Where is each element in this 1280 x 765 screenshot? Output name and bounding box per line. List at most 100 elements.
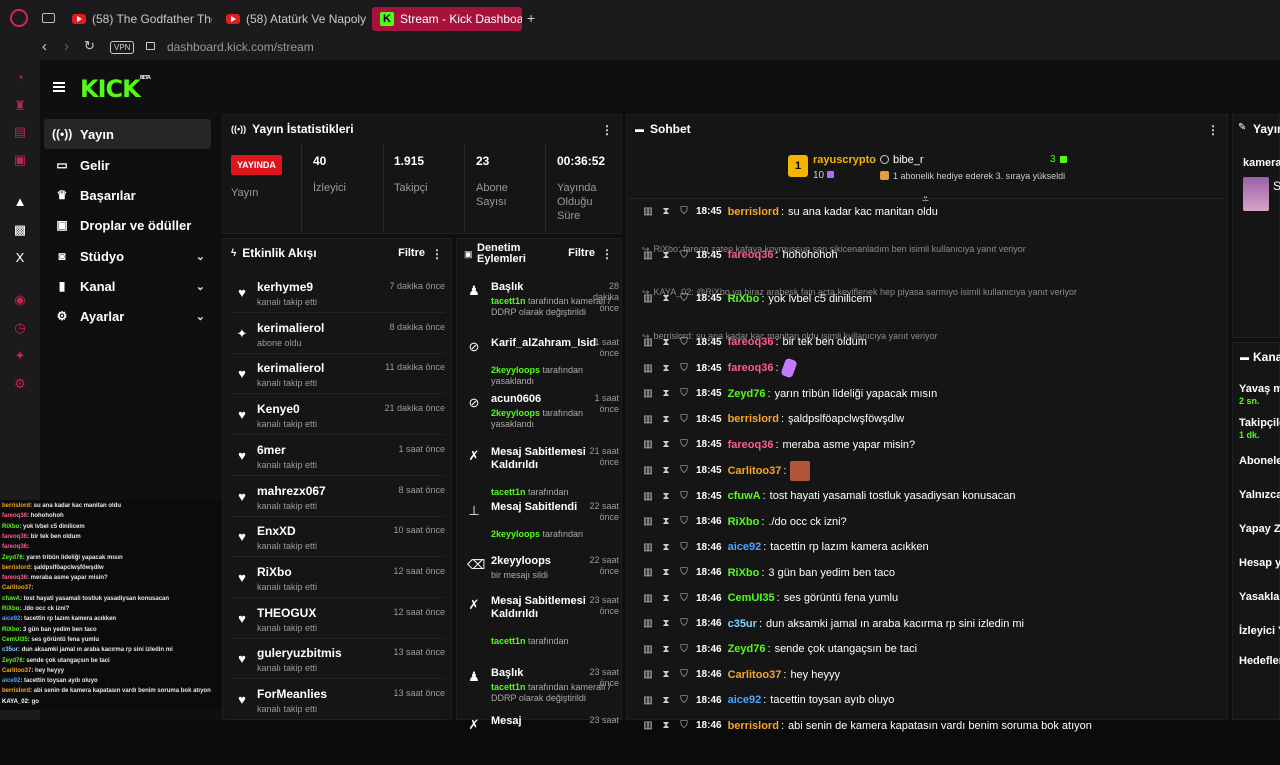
twitch-icon[interactable]: ▩ <box>12 222 28 238</box>
chat-message[interactable]: ▥ ⧗ ⛉ 18:46 RiXbo:3 gün ban yedim ben taco <box>640 563 1230 583</box>
filter-button[interactable]: Filtre <box>568 247 595 259</box>
message-username[interactable]: RiXbo <box>728 516 760 528</box>
ban-user-icon[interactable]: ⛉ <box>676 618 692 629</box>
chat-message[interactable]: ▥ ⧗ ⛉ 18:46 Zeyd76: sende çok utangaçsın be t… <box>640 639 1230 659</box>
chat-message[interactable]: ▥ ⧗ ⛉ 18:46 CemUI35: ses görüntü fena yumlu <box>640 588 1230 608</box>
ban-user-icon[interactable]: ⛉ <box>676 439 692 450</box>
moderator-name[interactable]: tacett1n <box>491 487 526 497</box>
ban-user-icon[interactable]: ⛉ <box>676 388 692 399</box>
chat-message[interactable]: ▥ ⧗ ⛉ 18:45 Zeyd76: yarın tribün lideliği yap… <box>640 384 1230 404</box>
ban-user-icon[interactable]: ⛉ <box>676 720 692 731</box>
activity-user[interactable]: kerimalierol <box>257 321 324 335</box>
ban-user-icon[interactable]: ⛉ <box>676 542 692 553</box>
ban-user-icon[interactable]: ⛉ <box>676 567 692 578</box>
message-username[interactable]: Zeyd76 <box>728 643 766 655</box>
chevron-down-icon[interactable]: ⌄ <box>196 250 205 263</box>
timeout-icon[interactable]: ⧗ <box>658 542 674 553</box>
settings-icon[interactable]: ⚙ <box>12 376 28 392</box>
channel-setting-label[interactable]: Yapay Ze <box>1239 523 1280 535</box>
nav-gelir[interactable]: ▭ Gelir <box>44 150 211 180</box>
chat-message[interactable]: ▥ ⧗ ⛉ 18:45 berrislord: şaldpslföapclwşföwşdl… <box>640 409 1230 429</box>
channel-setting-label[interactable]: Yavaş m <box>1239 383 1280 395</box>
moderation-item[interactable]: ⊘ Karif_alZahram_Isid 1 saat önce 2keyyloop… <box>465 337 619 387</box>
message-username[interactable]: fareoq36 <box>728 336 774 348</box>
player-icon[interactable]: ◉ <box>12 292 28 308</box>
channel-setting-label[interactable]: Yalnızca <box>1239 489 1280 501</box>
activity-item[interactable]: ✦ kerimalierol abone oldu 8 dakika önce <box>231 316 445 354</box>
delete-message-icon[interactable]: ▥ <box>640 516 656 527</box>
chat-message[interactable]: ▥ ⧗ ⛉ 18:45 RiXbo: yok lvbel c5 dinilicem <box>640 289 1230 309</box>
delete-message-icon[interactable]: ▥ <box>640 542 656 553</box>
activity-item[interactable]: ♥ ForMeanlies kanalı takip etti 13 saat önc… <box>231 682 445 720</box>
moderator-name[interactable]: 2keyyloops <box>491 365 540 375</box>
delete-message-icon[interactable]: ▥ <box>640 206 656 217</box>
timeout-icon[interactable]: ⧗ <box>658 293 674 304</box>
message-username[interactable]: berrislord <box>728 720 779 732</box>
ban-user-icon[interactable]: ⛉ <box>676 250 692 261</box>
chat-message[interactable]: ▥ ⧗ ⛉ 18:46 Carlitoo37: hey heyyy <box>640 665 1230 685</box>
ban-user-icon[interactable]: ⛉ <box>676 695 692 706</box>
delete-message-icon[interactable]: ▥ <box>640 720 656 731</box>
activity-item[interactable]: ♥ guleryuzbitmis kanalı takip etti 13 saat … <box>231 641 445 680</box>
x-icon[interactable]: X <box>12 250 28 266</box>
tab-godfather[interactable]: (58) The Godfather Theme <box>64 7 212 31</box>
ai-icon[interactable]: ▲ <box>12 194 28 210</box>
moderation-item[interactable]: ⊥ Mesaj Sabitlendi 22 saat önce 2keyyloops … <box>465 501 619 551</box>
ban-user-icon[interactable]: ⛉ <box>676 593 692 604</box>
message-username[interactable]: fareoq36 <box>728 439 774 451</box>
chevron-down-icon[interactable]: ⌄ <box>196 280 205 293</box>
chat-message[interactable]: ▥ ⧗ ⛉ 18:46 aice92: tacettin toysan ayıb oluy… <box>640 690 1230 710</box>
chat-message[interactable]: ▥ ⧗ ⛉ 18:45 fareoq36: bir tek ben oldum <box>640 332 1230 352</box>
activity-item[interactable]: ♥ EnxXD kanalı takip etti 10 saat önce <box>231 519 445 558</box>
timeout-icon[interactable]: ⧗ <box>658 491 674 502</box>
nav-yayin[interactable]: ((•)) Yayın <box>44 119 211 149</box>
chat-message[interactable]: ▥ ⧗ ⛉ 18:45 fareoq36: meraba asme yapar misin… <box>640 435 1230 455</box>
timeout-icon[interactable]: ⧗ <box>658 669 674 680</box>
moderator-name[interactable]: tacett1n <box>491 682 526 692</box>
ban-user-icon[interactable]: ⛉ <box>676 293 692 304</box>
message-username[interactable]: aice92 <box>728 541 762 553</box>
ban-user-icon[interactable]: ⛉ <box>676 669 692 680</box>
timeout-icon[interactable]: ⧗ <box>658 206 674 217</box>
kick-logo[interactable]: KICKBETA <box>80 75 151 103</box>
moderator-name[interactable]: 2keyyloops <box>491 529 540 539</box>
channel-setting-label[interactable]: Aboneler <box>1239 455 1280 467</box>
timeout-icon[interactable]: ⧗ <box>658 593 674 604</box>
delete-message-icon[interactable]: ▥ <box>640 669 656 680</box>
delete-message-icon[interactable]: ▥ <box>640 567 656 578</box>
timeout-icon[interactable]: ⧗ <box>658 644 674 655</box>
delete-message-icon[interactable]: ▥ <box>640 593 656 604</box>
kebab-menu-icon[interactable]: ⋮ <box>431 247 443 261</box>
extensions-icon[interactable]: ✦ <box>12 348 28 364</box>
ban-user-icon[interactable]: ⛉ <box>676 644 692 655</box>
moderation-item[interactable]: ✗ Mesaj Sabitlemesi Kaldırıldı 21 saat önc… <box>465 446 619 497</box>
timeout-icon[interactable]: ⧗ <box>658 363 674 374</box>
nav-droplar[interactable]: ▣ Droplar ve ödüller <box>44 210 211 240</box>
activity-item[interactable]: ♥ kerhyme9 kanalı takip etti 7 dakika önce <box>231 275 445 313</box>
message-username[interactable]: fareoq36 <box>728 249 774 261</box>
history-icon[interactable]: ◷ <box>12 320 28 336</box>
ban-user-icon[interactable]: ⛉ <box>676 337 692 348</box>
ban-user-icon[interactable]: ⛉ <box>676 491 692 502</box>
filter-button[interactable]: Filtre <box>398 247 425 259</box>
message-username[interactable]: fareoq36 <box>728 362 774 374</box>
back-icon[interactable]: ‹ <box>42 38 47 55</box>
moderation-item[interactable]: ⊘ acun0606 1 saat önce 2keyyloops tarafında… <box>465 393 619 443</box>
chat-message[interactable]: ▥ ⧗ ⛉ 18:45 fareoq36: <box>640 357 1230 379</box>
chat-message[interactable]: ▥ ⧗ ⛉ 18:46 RiXbo: ./do occ ck izni? <box>640 512 1230 532</box>
speed-dial-icon[interactable]: ◔ <box>12 70 28 86</box>
chat-message[interactable]: ▥ ⧗ ⛉ 18:46 c35ur: dun aksamki jamal ın araba… <box>640 614 1230 634</box>
delete-message-icon[interactable]: ▥ <box>640 465 656 476</box>
delete-message-icon[interactable]: ▥ <box>640 491 656 502</box>
chevron-down-icon[interactable]: ⌄ <box>196 310 205 323</box>
gifter-name[interactable]: rayuscrypto <box>813 154 876 166</box>
message-username[interactable]: berrislord <box>728 206 779 218</box>
kebab-menu-icon[interactable]: ⋮ <box>601 247 613 261</box>
chat-message[interactable]: ▥ ⧗ ⛉ 18:45 fareoq36: hohohohoh <box>640 245 1230 265</box>
channel-setting-label[interactable]: Yasaklan <box>1239 591 1280 603</box>
timeout-icon[interactable]: ⧗ <box>658 720 674 731</box>
timeout-icon[interactable]: ⧗ <box>658 695 674 706</box>
channel-setting-label[interactable]: İzleyici Y <box>1239 625 1280 637</box>
ban-user-icon[interactable]: ⛉ <box>676 465 692 476</box>
delete-message-icon[interactable]: ▥ <box>640 293 656 304</box>
